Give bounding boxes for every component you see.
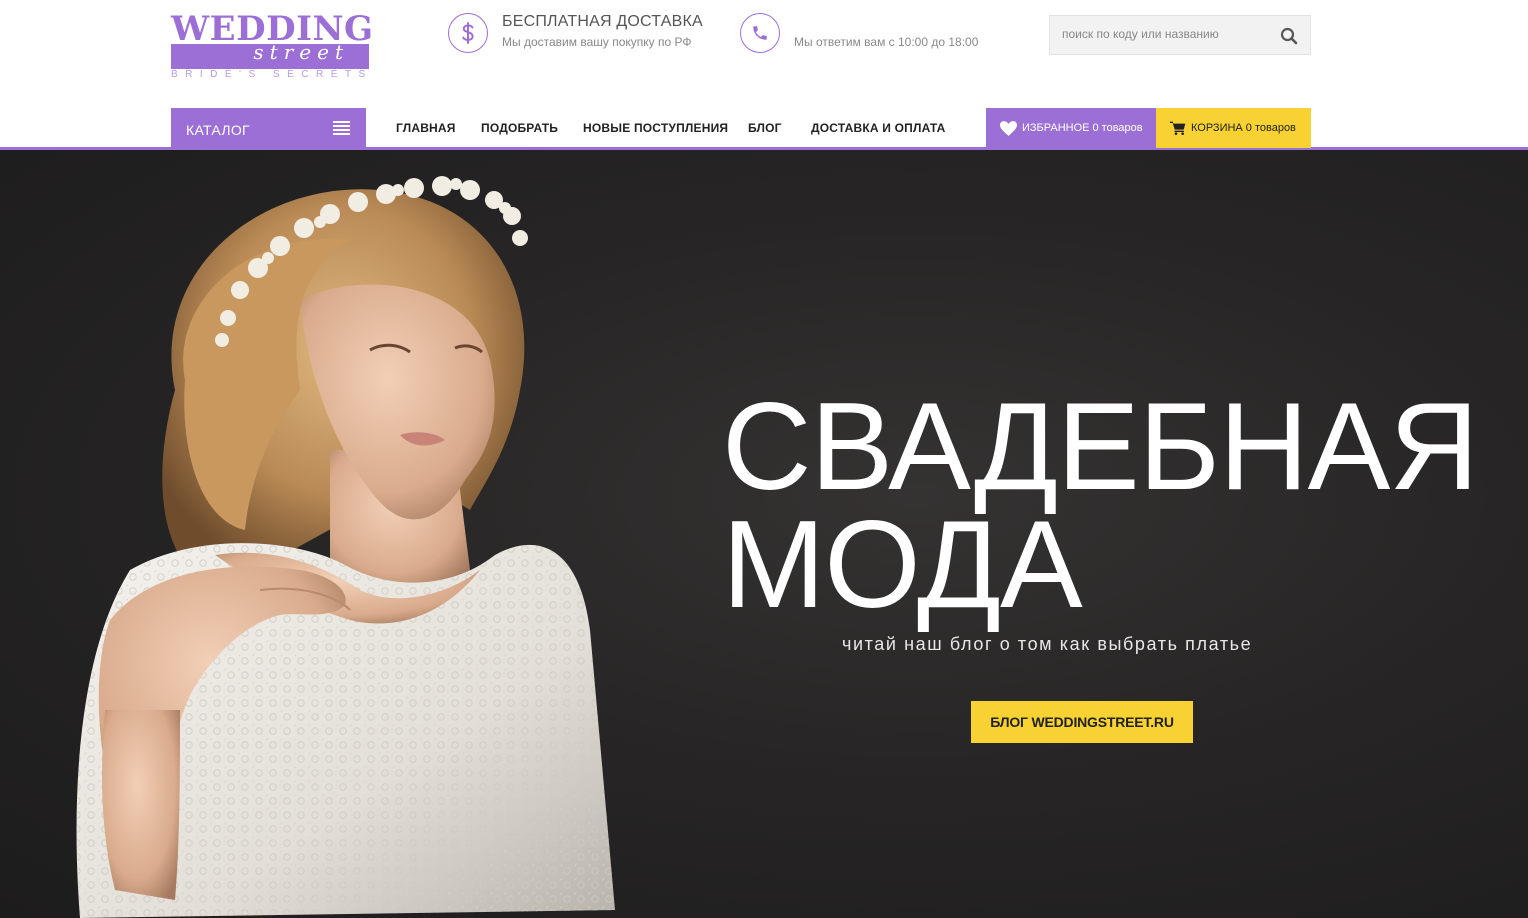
cart-icon — [1170, 121, 1186, 135]
cart-button[interactable]: КОРЗИНА 0 товаров — [1156, 108, 1311, 148]
heart-icon — [1000, 120, 1017, 136]
hero-banner: СВАДЕБНАЯ МОДА читай наш блог о том как … — [0, 150, 1528, 918]
phone-icon[interactable] — [740, 13, 780, 53]
logo-tagline: BRIDE'S SECRETS — [171, 69, 373, 80]
logo-street: street — [253, 40, 349, 64]
nav-item-new-arrivals[interactable]: НОВЫЕ ПОСТУПЛЕНИЯ — [583, 108, 728, 148]
favorites-count: 0 товаров — [1092, 122, 1143, 134]
hero-title-line2: МОДА — [722, 496, 1083, 634]
catalog-button[interactable]: КАТАЛОГ — [171, 108, 366, 150]
delivery-title: БЕСПЛАТНАЯ ДОСТАВКА — [502, 13, 703, 30]
nav-item-home[interactable]: ГЛАВНАЯ — [396, 108, 456, 148]
nav-item-delivery-payment[interactable]: ДОСТАВКА И ОПЛАТА — [811, 108, 946, 148]
delivery-subtitle: Мы доставим вашу покупку по РФ — [502, 35, 692, 49]
bride-photo — [76, 176, 615, 918]
site-logo[interactable]: WEDDING street BRIDE'S SECRETS — [171, 12, 373, 80]
blog-button[interactable]: БЛОГ WEDDINGSTREET.RU — [971, 701, 1193, 743]
catalog-label: КАТАЛОГ — [186, 122, 250, 138]
nav-item-blog[interactable]: БЛОГ — [748, 108, 782, 148]
cart-label: КОРЗИНА — [1191, 122, 1243, 134]
hero-title-line1: СВАДЕБНАЯ — [722, 378, 1479, 516]
search-input[interactable] — [1062, 27, 1262, 41]
support-hours: Мы ответим вам с 10:00 до 18:00 — [794, 35, 979, 49]
cart-count: 0 товаров — [1245, 122, 1296, 134]
favorites-button[interactable]: ИЗБРАННОЕ 0 товаров — [986, 108, 1156, 148]
search-icon[interactable] — [1280, 27, 1298, 45]
list-icon — [333, 121, 350, 135]
nav-item-select[interactable]: ПОДОБРАТЬ — [481, 108, 558, 148]
search-box — [1049, 15, 1311, 55]
favorites-label: ИЗБРАННОЕ — [1022, 122, 1090, 134]
hero-subtitle: читай наш блог о том как выбрать платье — [842, 634, 1253, 654]
hero-title: СВАДЕБНАЯ МОДА — [722, 378, 1479, 634]
dollar-icon — [448, 13, 488, 53]
